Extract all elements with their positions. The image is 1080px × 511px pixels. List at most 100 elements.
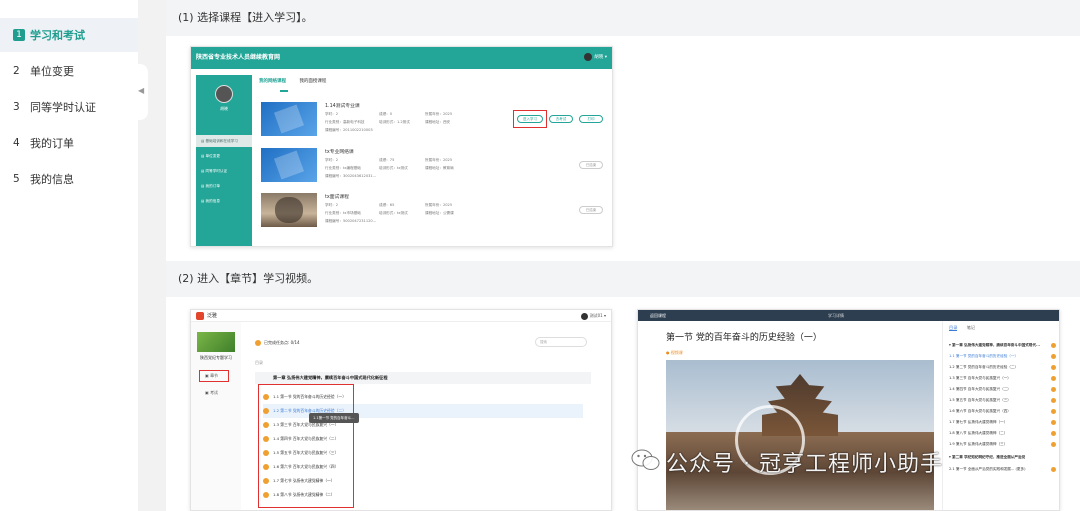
toc-item[interactable]: 1.5 第五节 百年大党与民族复兴（三） [949, 398, 1057, 403]
course-meta: 所属年份：2025 [425, 203, 453, 207]
task-dot-icon [1051, 387, 1056, 392]
course-title: 1.14测试专业课 [325, 104, 360, 109]
sidebar-item-label: 同等学时认证 [30, 101, 96, 114]
course-meta: 课程编号：5002047231120... [325, 219, 377, 223]
video-page-screenshot: 返回课程 学习详情 第一节 党的百年奋斗的历史经验（一） ● 视频课 目录 笔记… [637, 309, 1060, 511]
chapter-title: 第一章 弘扬伟大建党精神，赓续百年奋斗中国式现代化新征程 [273, 375, 388, 380]
toc-chapter[interactable]: ▾ 第一章 弘扬伟大建党精神，赓续百年奋斗中国式现代... [949, 343, 1057, 348]
course-title: tx专业网络课 [325, 150, 354, 155]
site-title: 陕西省专业技术人员继续教育网 [196, 54, 281, 61]
course-thumbnail [261, 102, 317, 136]
tooltip: 1.1第一节 党的百年奋斗... [309, 413, 359, 423]
course-meta: 培训形式：tx测试 [379, 166, 408, 170]
course-meta: 成绩：75 [379, 158, 395, 162]
course-meta: 培训形式：tx测试 [379, 211, 408, 215]
toc-item[interactable]: 1.9 第九节 弘扬伟大建党精神（三） [949, 442, 1057, 447]
course-meta: 学时：2 [325, 112, 339, 116]
sidebar-item-my-info[interactable]: 5 我的信息 [0, 162, 138, 196]
catalog-label: 目录 [255, 360, 263, 365]
user-menu[interactable]: 测试01 ▾ [580, 310, 606, 322]
back-button[interactable]: 返回课程 [650, 313, 666, 318]
tab-offline-courses[interactable]: 我的面授课程 [299, 79, 326, 84]
course-meta: 行业类别：tx市场基础 [325, 211, 361, 215]
course-title: tx面试课程 [325, 195, 349, 200]
task-dot-icon [1051, 365, 1056, 370]
course-tabs: 我的网络课程 我的面授课程 [259, 78, 338, 84]
page: 1 学习和考试 2 单位变更 3 同等学时认证 4 我的订单 5 我的信息 ◀ … [0, 0, 1080, 511]
task-dot-icon [1051, 398, 1056, 403]
active-tab-indicator [280, 90, 288, 92]
avatar-icon [580, 312, 588, 320]
tab-notes[interactable]: 笔记 [967, 325, 975, 330]
toc-item[interactable]: 1.3 第三节 百年大党与民族复兴（一） [949, 376, 1057, 381]
menu-label: 基础培训和在线学习 [205, 139, 238, 143]
nav-label: 考试 [210, 390, 219, 395]
nav-exam[interactable]: ▣ 考试 [205, 390, 218, 396]
app-logo-icon [196, 312, 204, 320]
course-thumbnail [261, 148, 317, 182]
chevron-left-icon: ◀ [138, 86, 145, 95]
app-name: 泛雅 [207, 313, 218, 319]
site-header: 陕西省专业技术人员继续教育网 胡晓 ▾ [191, 47, 612, 69]
toc-item[interactable]: 1.7 第七节 弘扬伟大建党精神（一） [949, 420, 1057, 425]
course-list-screenshot: 陕西省专业技术人员继续教育网 胡晓 ▾ 胡晓 ▤ 基础培训和在线学习 ▤ 单位变… [190, 46, 613, 247]
step-2-heading: (2) 进入【章节】学习视频。 [166, 261, 1080, 297]
course-card: 1.14测试专业课 学时：2 成绩：0 所属年份：2025 行业类别：高新电子科… [261, 102, 607, 140]
menu-label: 我的信息 [205, 199, 220, 203]
menu-item-equivalent-hours[interactable]: ▤ 同等学时认证 [196, 165, 252, 177]
sidebar-item-label: 单位变更 [30, 65, 74, 78]
toc-item[interactable]: 1.2 第二节 党的百年奋斗的历史经验（二） [949, 365, 1057, 370]
task-dot-icon [1051, 467, 1056, 472]
course-thumbnail [261, 193, 317, 227]
watermark-label: 公众号 · 冠亨工程师小助手 [666, 452, 943, 477]
take-exam-button[interactable]: 去考试 [549, 115, 573, 123]
task-dot-icon [1051, 431, 1056, 436]
menu-item-training[interactable]: ▤ 基础培训和在线学习 [196, 135, 252, 147]
course-meta: 学时：2 [325, 158, 339, 162]
user-menu[interactable]: 胡晓 ▾ [584, 47, 607, 69]
toc-item[interactable]: 1.1 第一节 党的百年奋斗的历史经验（一） [949, 354, 1057, 359]
video-tag: ● 视频课 [666, 350, 683, 355]
print-button[interactable]: 打印 [579, 115, 603, 123]
sidebar-item-study-exam[interactable]: 1 学习和考试 [0, 18, 138, 52]
course-meta: 课程编号：3002043612031... [325, 174, 377, 178]
avatar [215, 85, 233, 103]
course-meta: 学时：2 [325, 203, 339, 207]
left-sidebar: 1 学习和考试 2 单位变更 3 同等学时认证 4 我的订单 5 我的信息 [0, 0, 138, 511]
sidebar-collapse-button[interactable]: ◀ [136, 64, 148, 120]
toc-panel: 目录 笔记 ▾ 第一章 弘扬伟大建党精神，赓续百年奋斗中国式现代... 1.1 … [942, 321, 1059, 510]
tab-online-courses[interactable]: 我的网络课程 [259, 79, 286, 84]
progress-text: 已完成任务点: 0/14 [255, 340, 300, 346]
highlight-box [513, 110, 547, 128]
toc-item[interactable]: 1.8 第八节 弘扬伟大建党精神（二） [949, 431, 1057, 436]
search-input[interactable]: 搜索 [535, 337, 587, 347]
lesson-title: 第一节 党的百年奋斗的历史经验（一） [666, 333, 822, 343]
toc-item[interactable]: 1.4 第四节 百年大党与民族复兴（二） [949, 387, 1057, 392]
course-meta: 课程地址：教育局 [425, 166, 454, 170]
chapter-header[interactable]: 第一章 弘扬伟大建党精神，赓续百年奋斗中国式现代化新征程 [255, 372, 591, 384]
course-meta: 课程编号：2011002210003 [325, 128, 373, 132]
course-card: tx专业网络课 学时：2 成绩：75 所属年份：2025 行业类别：tx编程基础… [261, 148, 607, 186]
course-meta: 行业类别：高新电子科技 [325, 120, 365, 124]
task-dot-icon [1051, 442, 1056, 447]
menu-item-orders[interactable]: ▤ 我的订单 [196, 180, 252, 192]
sidebar-item-unit-change[interactable]: 2 单位变更 [0, 54, 138, 88]
menu-item-info[interactable]: ▤ 我的信息 [196, 195, 252, 207]
sidebar-item-label: 我的订单 [30, 137, 74, 150]
sidebar-item-equivalent-hours[interactable]: 3 同等学时认证 [0, 90, 138, 124]
toc-item[interactable]: 1.6 第六节 百年大党与民族复兴（四） [949, 409, 1057, 414]
tab-catalog[interactable]: 目录 [949, 325, 958, 331]
toc-item[interactable]: 2.1 第一节 全面从严治党的实践和发展... (更多) [949, 467, 1057, 472]
profile-name: 胡晓 [220, 106, 228, 111]
menu-item-unit-change[interactable]: ▤ 单位变更 [196, 150, 252, 162]
toc-chapter[interactable]: ▾ 第二章 学纪知纪明纪守纪，推进全面从严治党 [949, 455, 1057, 460]
course-sidebar: 陕西党纪专题学习 ▣ 章节 ▣ 考试 [191, 322, 241, 510]
highlight-box [258, 384, 354, 508]
course-meta: 成绩：65 [379, 203, 395, 207]
ended-button[interactable]: 已结束 [579, 206, 603, 214]
ended-button[interactable]: 已结束 [579, 161, 603, 169]
sidebar-item-my-orders[interactable]: 4 我的订单 [0, 126, 138, 160]
task-dot-icon [1051, 376, 1056, 381]
course-meta: 所属年份：2025 [425, 112, 453, 116]
task-dot-icon [1051, 343, 1056, 348]
